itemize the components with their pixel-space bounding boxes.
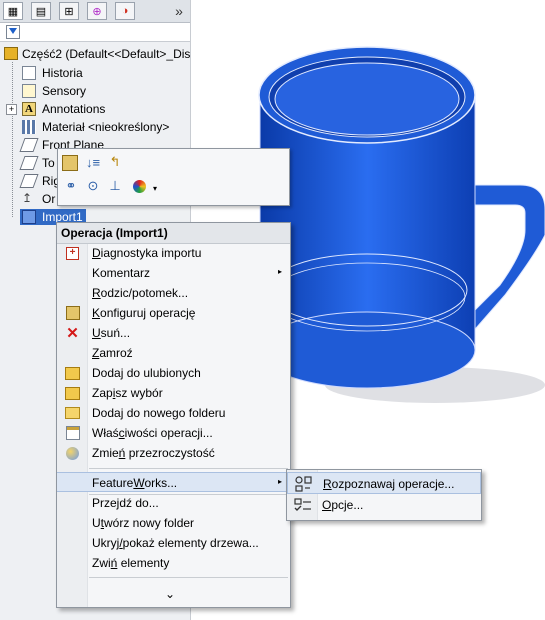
origin-icon: ↥ xyxy=(22,191,33,205)
feature-manager-icon[interactable]: ▦ xyxy=(3,2,23,20)
import-feature-icon xyxy=(22,210,36,224)
menu-item-label: Dodaj do ulubionych xyxy=(92,366,201,380)
hide-show-icon[interactable]: ⚭ xyxy=(62,177,80,195)
context-menu: Operacja (Import1) + Diagnostyka importu… xyxy=(56,222,291,608)
menu-item-featureworks[interactable]: FeatureWorks... ▸ xyxy=(57,472,290,492)
appearance-dropdown-icon[interactable]: ▾ xyxy=(146,179,164,197)
save-selection-icon xyxy=(65,386,80,400)
expand-tabs-button[interactable]: » xyxy=(170,2,188,20)
menu-item-label: Konfiguruj operację xyxy=(92,306,196,320)
menu-item-add-to-favorites[interactable]: Dodaj do ulubionych xyxy=(57,363,290,383)
menu-item-label: Diagnostyka importu xyxy=(92,246,202,260)
edit-feature-icon[interactable] xyxy=(62,155,78,171)
menu-item-import-diagnostics[interactable]: + Diagnostyka importu xyxy=(57,243,290,263)
context-toolbar: ↓≡ ↰ ⚭ ⊙ ⊥ ▾ xyxy=(57,148,290,206)
menu-item-collapse-items[interactable]: Zwiń elementy xyxy=(57,553,290,573)
expand-plus-icon[interactable]: + xyxy=(6,104,17,115)
menu-item-label: Zapisz wybór xyxy=(92,386,163,400)
node-label: Materiał <nieokreślony> xyxy=(42,120,170,134)
menu-item-create-new-folder[interactable]: Utwórz nowy folder xyxy=(57,513,290,533)
options-icon xyxy=(294,498,311,511)
menu-item-label: FeatureWorks... xyxy=(92,476,178,490)
menu-item-save-selection[interactable]: Zapisz wybór xyxy=(57,383,290,403)
menu-item-label: Zamroź xyxy=(92,346,133,360)
zoom-to-selection-icon[interactable]: ⊙ xyxy=(84,177,102,195)
annotations-icon: A xyxy=(22,102,36,116)
menu-item-configure-feature[interactable]: Konfiguruj operację xyxy=(57,303,290,323)
root-label: Część2 (Default<<Default>_Dis xyxy=(22,47,191,61)
recognize-features-icon xyxy=(295,476,312,492)
menu-item-feature-properties[interactable]: Właściwości operacji... xyxy=(57,423,290,443)
submenu-arrow-icon: ▸ xyxy=(277,477,282,486)
menu-item-hide-show-tree-items[interactable]: Ukryj/pokaż elementy drzewa... xyxy=(57,533,290,553)
menu-item-parent-child[interactable]: Rodzic/potomek... xyxy=(57,283,290,303)
menu-item-go-to[interactable]: Przejdź do... xyxy=(57,493,290,513)
menu-item-label: Właściwości operacji... xyxy=(92,426,213,440)
plane-icon xyxy=(19,174,39,188)
menu-item-label: Rozpoznawaj operacje... xyxy=(323,477,455,491)
favorites-icon xyxy=(65,366,80,380)
node-label: To xyxy=(42,156,55,170)
material-icon xyxy=(22,120,36,134)
transparency-icon xyxy=(65,446,80,460)
menu-item-label: Zwiń elementy xyxy=(92,556,170,570)
menu-item-label: Dodaj do nowego folderu xyxy=(92,406,226,420)
history-icon xyxy=(22,66,36,80)
tree-node-material[interactable]: Materiał <nieokreślony> xyxy=(0,118,190,136)
menu-item-label: Usuń... xyxy=(92,326,131,340)
dimxpert-icon[interactable]: ⊕ xyxy=(87,2,107,20)
node-label: Sensory xyxy=(42,84,87,98)
normal-to-icon[interactable]: ⊥ xyxy=(106,177,124,195)
menu-item-freeze[interactable]: Zamroź xyxy=(57,343,290,363)
featureworks-submenu: Rozpoznawaj operacje... Opcje... xyxy=(286,469,482,521)
menu-title: Operacja (Import1) xyxy=(57,223,290,244)
menu-item-label: Opcje... xyxy=(322,498,364,512)
properties-icon xyxy=(65,426,80,440)
tree-node-history[interactable]: Historia xyxy=(0,64,190,82)
node-label: Or xyxy=(42,192,56,206)
manager-tabs: ▦ ▤ ⊞ ⊕ ◑ » xyxy=(0,0,190,23)
tree-node-annotations[interactable]: + A Annotations xyxy=(0,100,190,118)
expand-menu-chevron-icon[interactable]: ⌄ xyxy=(165,587,175,601)
menu-item-label: Rodzic/potomek... xyxy=(92,286,189,300)
node-label: Annotations xyxy=(42,102,106,116)
plane-icon xyxy=(19,138,39,152)
menu-item-change-transparency[interactable]: Zmień przezroczystość xyxy=(57,443,290,463)
diagnostics-icon: + xyxy=(65,246,80,260)
plane-icon xyxy=(19,156,39,170)
tree-node-sensors[interactable]: Sensory xyxy=(0,82,190,100)
menu-item-label: Komentarz xyxy=(92,266,151,280)
menu-item-label: Przejdź do... xyxy=(92,496,159,510)
configure-icon xyxy=(65,306,80,320)
menu-item-label: Ukryj/pokaż elementy drzewa... xyxy=(92,536,259,550)
menu-separator xyxy=(89,468,288,469)
display-manager-icon[interactable]: ◑ xyxy=(115,2,135,20)
node-label: Historia xyxy=(42,66,83,80)
rollback-icon[interactable]: ↓≡ xyxy=(84,153,102,171)
folder-icon xyxy=(65,406,80,420)
menu-item-add-to-new-folder[interactable]: Dodaj do nowego folderu xyxy=(57,403,290,423)
tree-filter[interactable] xyxy=(0,23,190,42)
menu-item-delete[interactable]: ✕ Usuń... xyxy=(57,323,290,343)
menu-item-comment[interactable]: Komentarz ▸ xyxy=(57,263,290,283)
menu-item-recognize-features[interactable]: Rozpoznawaj operacje... xyxy=(287,472,481,494)
undo-arrow-icon[interactable]: ↰ xyxy=(106,153,124,171)
filter-icon[interactable] xyxy=(6,25,20,39)
configuration-manager-icon[interactable]: ⊞ xyxy=(59,2,79,20)
menu-item-options[interactable]: Opcje... xyxy=(287,494,481,516)
tree-root-part[interactable]: Część2 (Default<<Default>_Dis xyxy=(0,44,190,64)
menu-title-label: Operacja (Import1) xyxy=(61,226,168,240)
sensor-icon xyxy=(22,84,36,98)
menu-item-label: Utwórz nowy folder xyxy=(92,516,195,530)
menu-separator xyxy=(89,577,288,578)
submenu-arrow-icon: ▸ xyxy=(277,267,282,276)
menu-item-label: Zmień przezroczystość xyxy=(92,446,215,460)
part-icon xyxy=(4,47,18,60)
delete-icon: ✕ xyxy=(66,325,79,342)
property-manager-icon[interactable]: ▤ xyxy=(31,2,51,20)
